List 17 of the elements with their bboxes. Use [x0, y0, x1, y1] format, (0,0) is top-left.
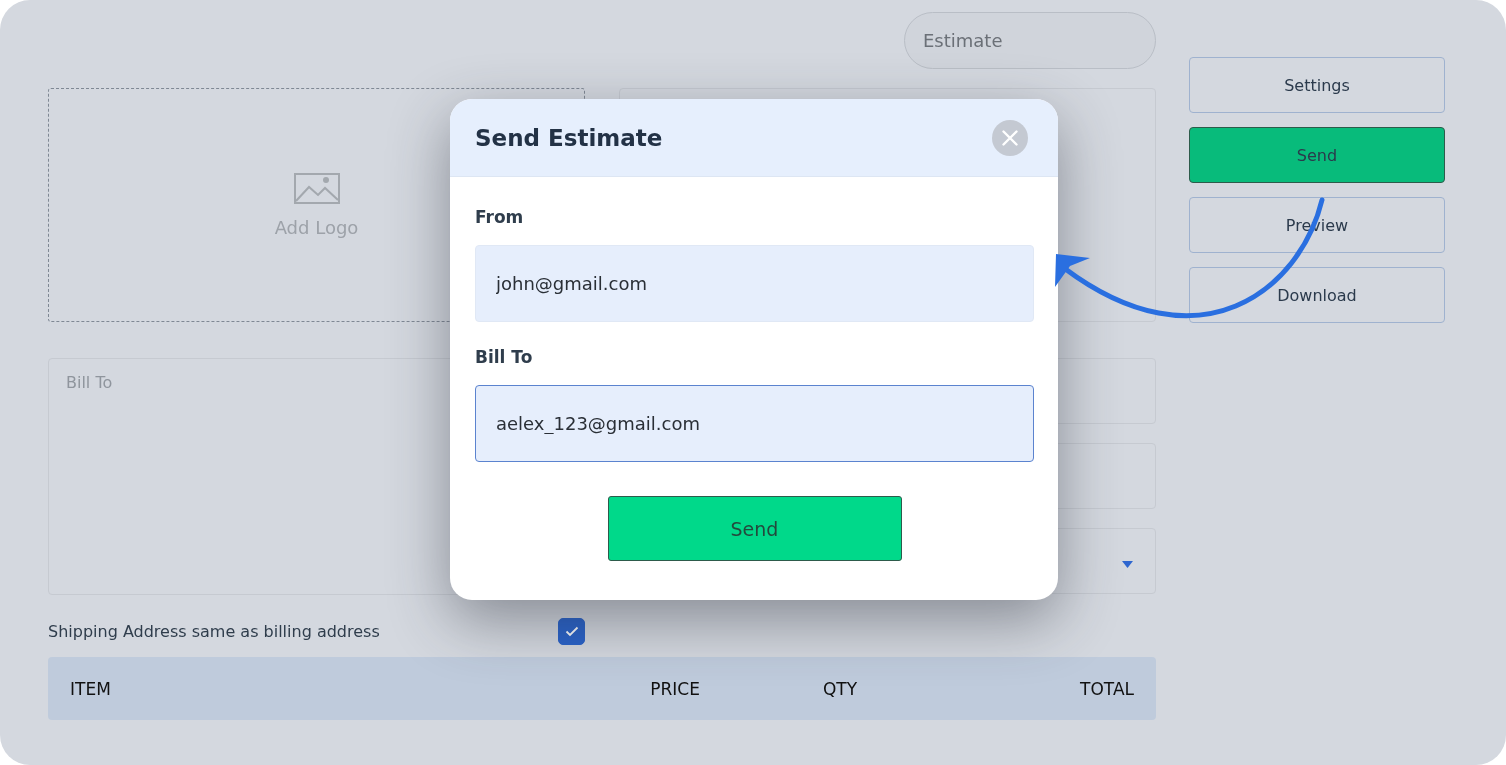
send-button[interactable]: Send [607, 496, 902, 561]
action-button[interactable]: Send [1189, 127, 1445, 183]
shipping-same-label: Shipping Address same as billing address [48, 622, 381, 641]
checkbox[interactable] [558, 618, 585, 645]
settings-button[interactable]: Settings [1189, 57, 1445, 113]
email-field[interactable]: aelex_123@gmail.com [475, 385, 1034, 462]
image-icon [293, 172, 340, 205]
caret-icon [1122, 560, 1133, 568]
action-button[interactable]: Download [1189, 267, 1445, 323]
email-field[interactable]: john@gmail.com [475, 245, 1034, 322]
column-header: TOTAL [1079, 678, 1134, 699]
check-icon [564, 626, 579, 637]
column-header: QTY [821, 678, 859, 699]
column-header: ITEM [70, 678, 112, 699]
estimate-field[interactable]: Estimate [904, 12, 1156, 69]
field-label: From [475, 207, 525, 227]
column-header: PRICE [649, 678, 700, 699]
